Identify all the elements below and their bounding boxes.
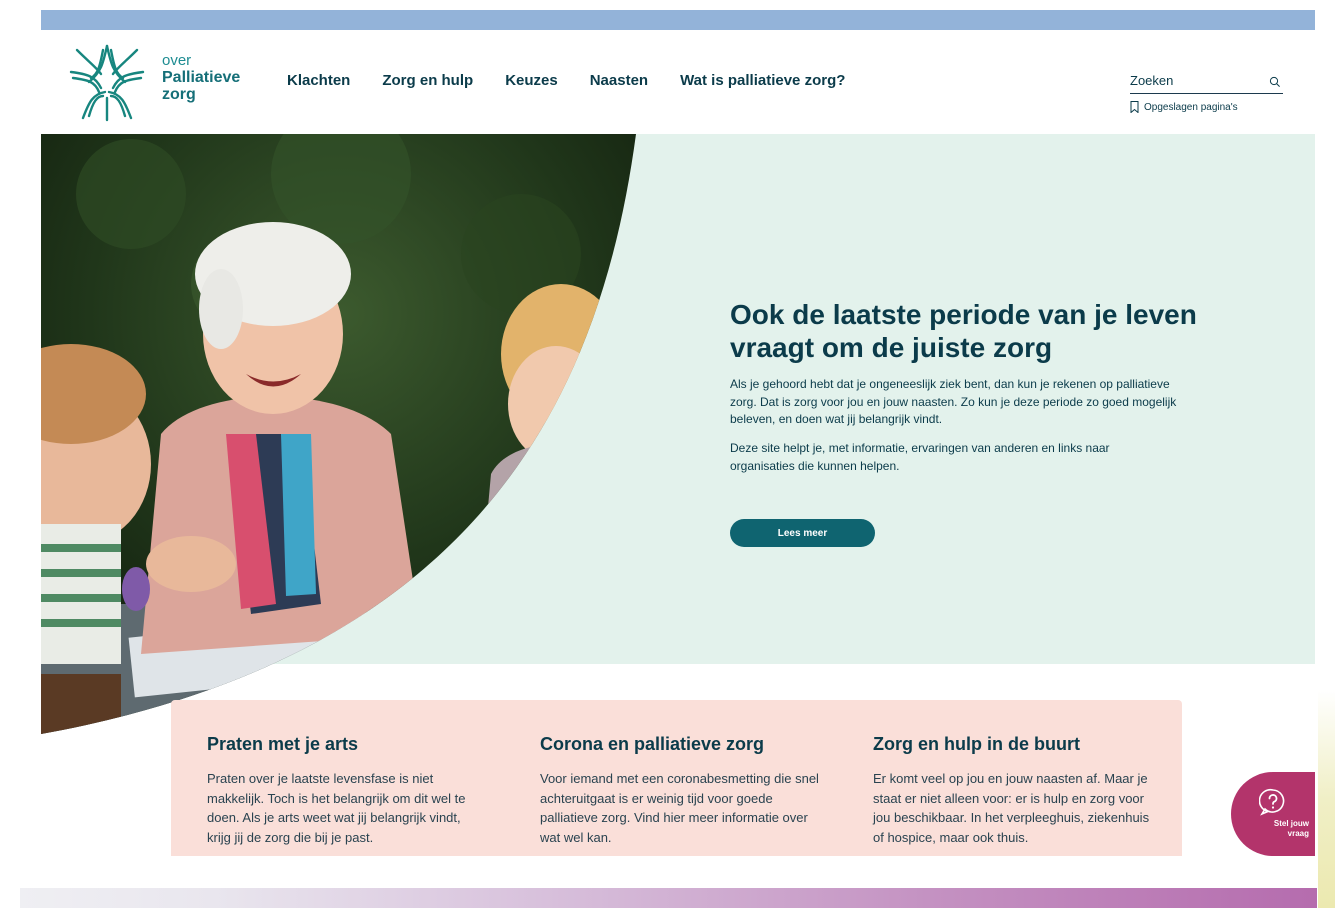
card-praten-met-je-arts[interactable]: Praten met je arts Praten over je laatst… xyxy=(207,734,487,847)
card-corona-en-palliatieve-zorg[interactable]: Corona en palliatieve zorg Voor iemand m… xyxy=(540,734,820,847)
site-header: over Palliatieve zorg Klachten Zorg en h… xyxy=(41,30,1315,134)
hero-title: Ook de laatste periode van je leven vraa… xyxy=(730,299,1197,363)
card-text: Er komt veel op jou en jouw naasten af. … xyxy=(873,771,1150,845)
search-input[interactable] xyxy=(1130,73,1260,88)
logo-line-palliatieve: Palliatieve xyxy=(162,69,241,86)
logo-line-zorg: zorg xyxy=(162,86,196,103)
saved-pages-link[interactable]: Opgeslagen pagina's xyxy=(1130,101,1238,113)
logo-line-over: over xyxy=(162,52,192,69)
card-title[interactable]: Praten met je arts xyxy=(207,734,487,755)
main-navigation: Klachten Zorg en hulp Keuzes Naasten Wat… xyxy=(287,72,845,89)
search-icon[interactable] xyxy=(1269,75,1281,87)
question-icon xyxy=(1259,788,1285,816)
logo-icon[interactable] xyxy=(67,42,147,122)
lees-meer-button[interactable]: Lees meer xyxy=(730,519,875,547)
side-accent-decoration xyxy=(1318,690,1335,908)
feature-cards: Praten met je arts Praten over je laatst… xyxy=(171,700,1182,856)
search-box xyxy=(1130,72,1283,94)
card-text: Praten over je laatste levensfase is nie… xyxy=(207,771,466,845)
card-title[interactable]: Corona en palliatieve zorg xyxy=(540,734,820,755)
bookmark-icon xyxy=(1130,101,1139,113)
card-text: Voor iemand met een coronabesmetting die… xyxy=(540,771,819,845)
footer-gradient-strip xyxy=(20,888,1317,908)
ask-question-button[interactable]: Stel jouw vraag xyxy=(1231,772,1315,856)
card-title[interactable]: Zorg en hulp in de buurt xyxy=(873,734,1153,755)
nav-item-naasten[interactable]: Naasten xyxy=(590,72,648,89)
nav-item-klachten[interactable]: Klachten xyxy=(287,72,350,89)
hero-site-info-text: Deze site helpt je, met informatie, erva… xyxy=(730,441,1110,473)
nav-item-zorg-en-hulp[interactable]: Zorg en hulp xyxy=(382,72,473,89)
saved-pages-label: Opgeslagen pagina's xyxy=(1144,101,1238,113)
top-color-bar xyxy=(41,10,1315,30)
nav-item-wat-is-palliatieve-zorg[interactable]: Wat is palliatieve zorg? xyxy=(680,72,845,89)
hero-photo xyxy=(41,134,641,734)
nav-item-keuzes[interactable]: Keuzes xyxy=(505,72,558,89)
logo-wordmark[interactable]: over Palliatieve zorg xyxy=(162,52,240,103)
hero-intro-text: Als je gehoord hebt dat je ongeneeslijk … xyxy=(730,377,1177,426)
card-zorg-en-hulp-in-de-buurt[interactable]: Zorg en hulp in de buurt Er komt veel op… xyxy=(873,734,1153,847)
ask-question-label: Stel jouw vraag xyxy=(1273,819,1309,838)
